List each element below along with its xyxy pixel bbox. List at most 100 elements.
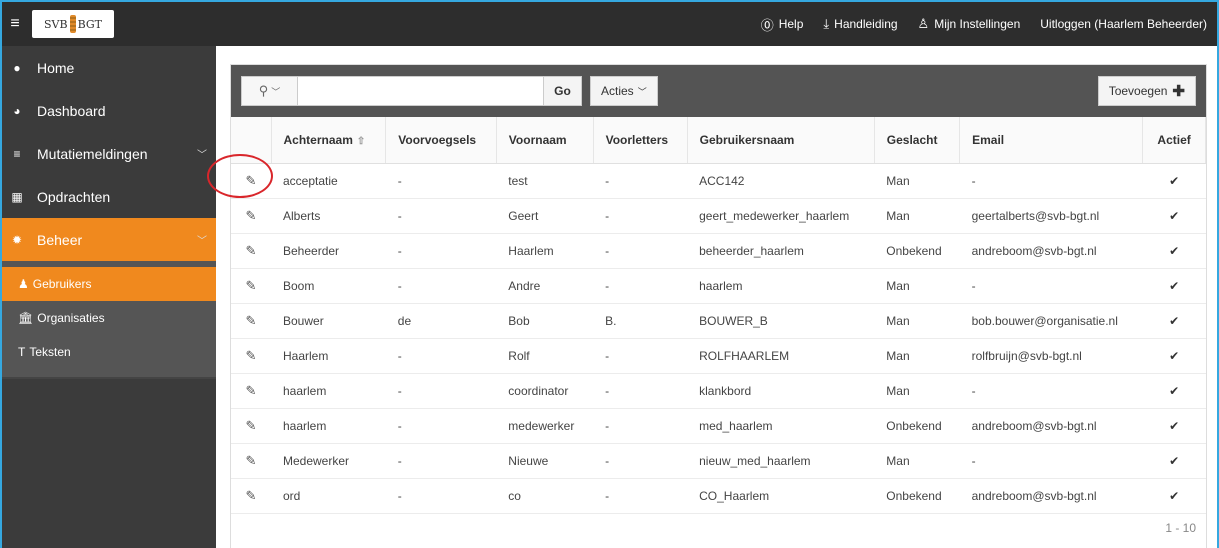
table-row: ✎ acceptatie - test - ACC142 Man - ✔	[231, 163, 1206, 199]
edit-row-button[interactable]: ✎	[231, 443, 271, 479]
sidebar-subitem-gebruikers[interactable]: ♟ Gebruikers	[2, 267, 216, 301]
cell-voorvoegsels: -	[385, 198, 497, 234]
table-row: ✎ Bouwer de Bob B. BOUWER_B Man bob.bouwer@orga…	[231, 303, 1206, 339]
go-button[interactable]: Go	[543, 77, 581, 105]
table-body: ✎ acceptatie - test - ACC142 Man - ✔ ✎ Alberts - Gee…	[231, 163, 1206, 514]
edit-row-button[interactable]: ✎	[231, 198, 271, 234]
cell-gebruikersnaam: geert_medewerker_haarlem	[687, 198, 875, 234]
sidebar-item-home[interactable]: ● Home	[2, 46, 216, 89]
column-header-voornaam[interactable]: Voornaam	[496, 117, 594, 164]
chevron-down-icon[interactable]: ﹀	[197, 232, 207, 247]
cell-voornaam: Andre	[496, 268, 594, 304]
edit-icon: ✎	[245, 312, 257, 328]
app-frame: ≡ SVB BGT ⓪ Help ⤓ Handleiding ♙ Mijn In…	[0, 0, 1219, 548]
users-report: ⚲ ﹀ Go Acties ﹀ Toevoegen ✚ Achternaam⇧	[230, 64, 1207, 548]
list-icon: ≡	[13, 146, 21, 161]
sidebar-item-beheer[interactable]: ✹ Beheer ﹀	[2, 218, 216, 261]
add-user-button[interactable]: Toevoegen ✚	[1097, 76, 1196, 106]
cell-geslacht: Onbekend	[874, 408, 960, 444]
edit-row-button[interactable]: ✎	[231, 478, 271, 514]
logo[interactable]: SVB BGT	[32, 10, 114, 38]
search-input[interactable]	[298, 77, 543, 105]
cell-voornaam: Haarlem	[496, 233, 594, 269]
cell-voorvoegsels: -	[385, 373, 497, 409]
user-icon: ♙	[917, 16, 930, 31]
pagination-range: 1 - 10	[1165, 521, 1196, 535]
cell-geslacht: Onbekend	[874, 233, 960, 269]
chevron-down-icon[interactable]: ﹀	[197, 146, 207, 161]
table-row: ✎ Haarlem - Rolf - ROLFHAARLEM Man rolfbruijn@s…	[231, 338, 1206, 374]
gear-icon: ✹	[11, 232, 23, 247]
cell-voorletters: -	[593, 478, 688, 514]
cell-gebruikersnaam: nieuw_med_haarlem	[687, 443, 875, 479]
sidebar-item-label: Mutatiemeldingen	[37, 145, 148, 162]
globe-icon: ●	[13, 60, 21, 75]
help-link[interactable]: ⓪ Help	[751, 2, 814, 46]
logout-link[interactable]: Uitloggen (Haarlem Beheerder)	[1030, 2, 1217, 46]
cell-voorletters: B.	[593, 303, 688, 339]
column-header-geslacht[interactable]: Geslacht	[874, 117, 961, 164]
sidebar-subitem-teksten[interactable]: T Teksten	[2, 335, 216, 369]
cell-voorletters: -	[593, 443, 688, 479]
column-header-achternaam[interactable]: Achternaam ⇧	[271, 117, 387, 164]
cell-email: -	[959, 373, 1143, 409]
cell-email: andreboom@svb-bgt.nl	[959, 233, 1143, 269]
sidebar-item-mutatiemeldingen[interactable]: ≡ Mutatiemeldingen ﹀	[2, 132, 216, 175]
edit-icon: ✎	[245, 277, 257, 293]
cell-voorletters: -	[593, 408, 688, 444]
column-header-label: Achternaam	[283, 132, 353, 147]
edit-icon: ✎	[245, 347, 257, 363]
edit-row-button[interactable]: ✎	[231, 408, 271, 444]
hamburger-menu-icon[interactable]: ≡	[2, 2, 28, 46]
cell-voorletters: -	[593, 233, 688, 269]
sidebar-subitem-organisaties[interactable]: 🏛 Organisaties	[2, 301, 216, 335]
cell-geslacht: Man	[874, 198, 960, 234]
edit-row-button[interactable]: ✎	[231, 338, 271, 374]
beheer-submenu: ♟ Gebruikers 🏛 Organisaties T Teksten	[2, 261, 216, 379]
cell-gebruikersnaam: BOUWER_B	[687, 303, 875, 339]
sidebar-item-label: Beheer	[37, 231, 83, 248]
column-header-voorvoegsels[interactable]: Voorvoegsels	[385, 117, 497, 164]
cell-voornaam: Nieuwe	[496, 443, 594, 479]
cell-voornaam: medewerker	[496, 408, 594, 444]
table-row: ✎ Alberts - Geert - geert_medewerker_haarlem M…	[231, 198, 1206, 234]
edit-row-button[interactable]: ✎	[231, 373, 271, 409]
cell-actief: ✔	[1142, 443, 1206, 479]
cell-voorletters: -	[593, 198, 688, 234]
cell-actief: ✔	[1142, 268, 1206, 304]
edit-icon: ✎	[245, 487, 257, 503]
column-header-gebruikersnaam[interactable]: Gebruikersnaam	[687, 117, 875, 164]
cell-achternaam: Beheerder	[271, 233, 386, 269]
cell-achternaam: ord	[271, 478, 386, 514]
top-bar: ≡ SVB BGT ⓪ Help ⤓ Handleiding ♙ Mijn In…	[2, 2, 1217, 46]
cell-voornaam: coordinator	[496, 373, 594, 409]
cell-achternaam: Alberts	[271, 198, 386, 234]
cell-achternaam: haarlem	[271, 373, 386, 409]
search-column-selector[interactable]: ⚲ ﹀	[242, 77, 298, 105]
column-header-actief[interactable]: Actief	[1142, 117, 1206, 164]
edit-row-button[interactable]: ✎	[231, 268, 271, 304]
cell-gebruikersnaam: ROLFHAARLEM	[687, 338, 875, 374]
cell-achternaam: Bouwer	[271, 303, 386, 339]
cell-geslacht: Onbekend	[874, 478, 960, 514]
acties-label: Acties	[601, 84, 634, 98]
column-header-voorletters[interactable]: Voorletters	[593, 117, 688, 164]
table-row: ✎ Medewerker - Nieuwe - nieuw_med_haarlem Man -…	[231, 443, 1206, 479]
sidebar-item-opdrachten[interactable]: ▦ Opdrachten	[2, 175, 216, 218]
acties-menu-button[interactable]: Acties ﹀	[590, 76, 658, 106]
settings-link[interactable]: ♙ Mijn Instellingen	[908, 2, 1031, 46]
help-label: Help	[778, 17, 804, 31]
edit-row-button[interactable]: ✎	[231, 233, 271, 269]
annotation-circle	[207, 154, 273, 198]
handleiding-link[interactable]: ⤓ Handleiding	[813, 2, 907, 46]
cell-achternaam: Boom	[271, 268, 386, 304]
cell-gebruikersnaam: beheerder_haarlem	[687, 233, 875, 269]
cell-actief: ✔	[1142, 373, 1206, 409]
sidebar: ● Home ◕ Dashboard ≡ Mutatiemeldingen ﹀ …	[2, 46, 216, 548]
sidebar-item-dashboard[interactable]: ◕ Dashboard	[2, 89, 216, 132]
column-header-email[interactable]: Email	[959, 117, 1144, 164]
edit-row-button[interactable]: ✎	[231, 303, 271, 339]
cell-geslacht: Man	[874, 338, 960, 374]
cell-actief: ✔	[1142, 408, 1206, 444]
add-label: Toevoegen	[1108, 84, 1168, 98]
